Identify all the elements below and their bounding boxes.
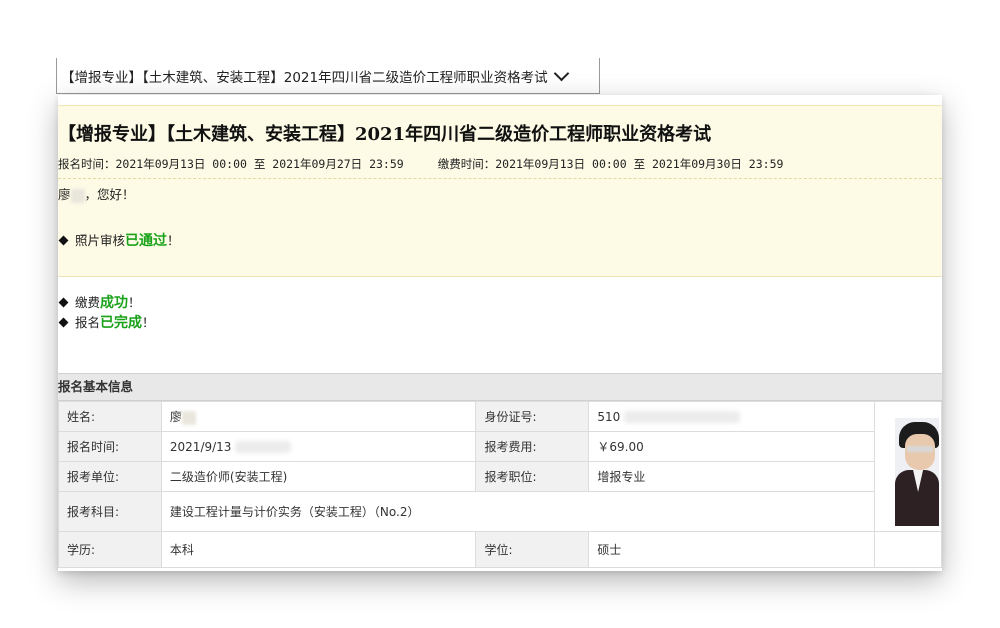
position-value: 增报专业 <box>588 461 876 492</box>
diamond-bullet-icon <box>58 235 69 246</box>
diamond-bullet-icon <box>58 297 69 308</box>
exam-dates: 报名时间：2021年09月13日 00:00 至 2021年09月27日 23:… <box>58 156 783 172</box>
id-label: 身份证号: <box>475 401 590 432</box>
status-result: 成功 <box>100 295 129 311</box>
table-row: 报考科目: 建设工程计量与计价实务（安装工程）（No.2） <box>58 491 942 532</box>
applicant-photo <box>895 418 940 526</box>
reg-time-label: 报名时间： <box>58 157 116 171</box>
exam-header: 【增报专业】【土木建筑、安装工程】2021年四川省二级造价工程师职业资格考试 报… <box>58 105 942 331</box>
unit-label: 报考单位: <box>58 461 162 492</box>
blurred-name <box>181 410 196 425</box>
status-label: 报名 <box>75 315 101 330</box>
edu-label: 学历: <box>58 531 162 568</box>
diamond-bullet-icon <box>58 317 69 328</box>
blurred-id <box>624 411 741 423</box>
section-title-basic-info: 报名基本信息 <box>58 373 942 401</box>
greeting-name: 廖 <box>58 187 71 202</box>
pay-time-value: 2021年09月13日 00:00 至 2021年09月30日 23:59 <box>495 157 784 171</box>
subject-value: 建设工程计量与计价实务（安装工程）（No.2） <box>160 491 876 532</box>
subject-label: 报考科目: <box>58 491 162 532</box>
exam-select-dropdown[interactable]: 【增报专业】【土木建筑、安装工程】2021年四川省二级造价工程师职业资格考试 <box>56 58 600 94</box>
exam-title: 【增报专业】【土木建筑、安装工程】2021年四川省二级造价工程师职业资格考试 <box>58 124 712 145</box>
name-label: 姓名: <box>58 401 162 432</box>
blurred-name <box>70 188 85 203</box>
name-value: 廖 <box>160 401 477 432</box>
fee-label: 报考费用: <box>475 431 590 462</box>
blurred-time <box>235 441 292 453</box>
table-row: 学历: 本科 学位: 硕士 <box>58 531 942 568</box>
header-divider <box>58 178 942 179</box>
reg-time-label: 报名时间: <box>58 431 162 462</box>
exam-select-value: 【增报专业】【土木建筑、安装工程】2021年四川省二级造价工程师职业资格考试 <box>61 69 548 86</box>
pay-time-label: 缴费时间： <box>437 157 496 171</box>
photo-cell <box>874 401 942 532</box>
reg-time-value: 2021/9/13 <box>160 431 477 462</box>
status-result: 已完成 <box>100 315 143 331</box>
reg-time-value: 2021年09月13日 00:00 至 2021年09月27日 23:59 <box>115 157 404 171</box>
status-end: ！ <box>167 233 180 248</box>
status-label: 缴费 <box>75 295 101 310</box>
basic-info-table: 姓名: 廖 身份证号: 510 报名时间: 2021/9/13 报考费用: ￥6… <box>58 401 942 568</box>
table-row: 报名时间: 2021/9/13 报考费用: ￥69.00 <box>58 431 942 462</box>
status-end: ！ <box>128 295 141 310</box>
table-row: 姓名: 廖 身份证号: 510 <box>58 401 942 532</box>
status-end: ！ <box>142 315 155 330</box>
unit-value: 二级造价师(安装工程) <box>160 461 477 492</box>
status-label: 照片审核 <box>75 233 126 248</box>
edu-value: 本科 <box>160 531 477 568</box>
fee-value: ￥69.00 <box>588 431 876 462</box>
degree-value: 硕士 <box>588 531 876 568</box>
empty-cell <box>874 531 942 568</box>
status-result: 已通过 <box>125 233 168 249</box>
status-registration: 报名已完成！ <box>58 312 155 332</box>
status-photo-review: 照片审核已通过！ <box>58 230 180 250</box>
id-value: 510 <box>588 401 876 432</box>
status-payment: 缴费成功！ <box>58 292 141 312</box>
registration-panel: 【增报专业】【土木建筑、安装工程】2021年四川省二级造价工程师职业资格考试 报… <box>58 95 942 571</box>
chevron-down-icon <box>553 65 569 81</box>
greeting-suffix: ，您好！ <box>84 187 135 202</box>
degree-label: 学位: <box>475 531 590 568</box>
position-label: 报考职位: <box>475 461 590 492</box>
greeting: 廖 ，您好！ <box>58 184 135 203</box>
table-row: 报考单位: 二级造价师(安装工程) 报考职位: 增报专业 <box>58 461 942 492</box>
